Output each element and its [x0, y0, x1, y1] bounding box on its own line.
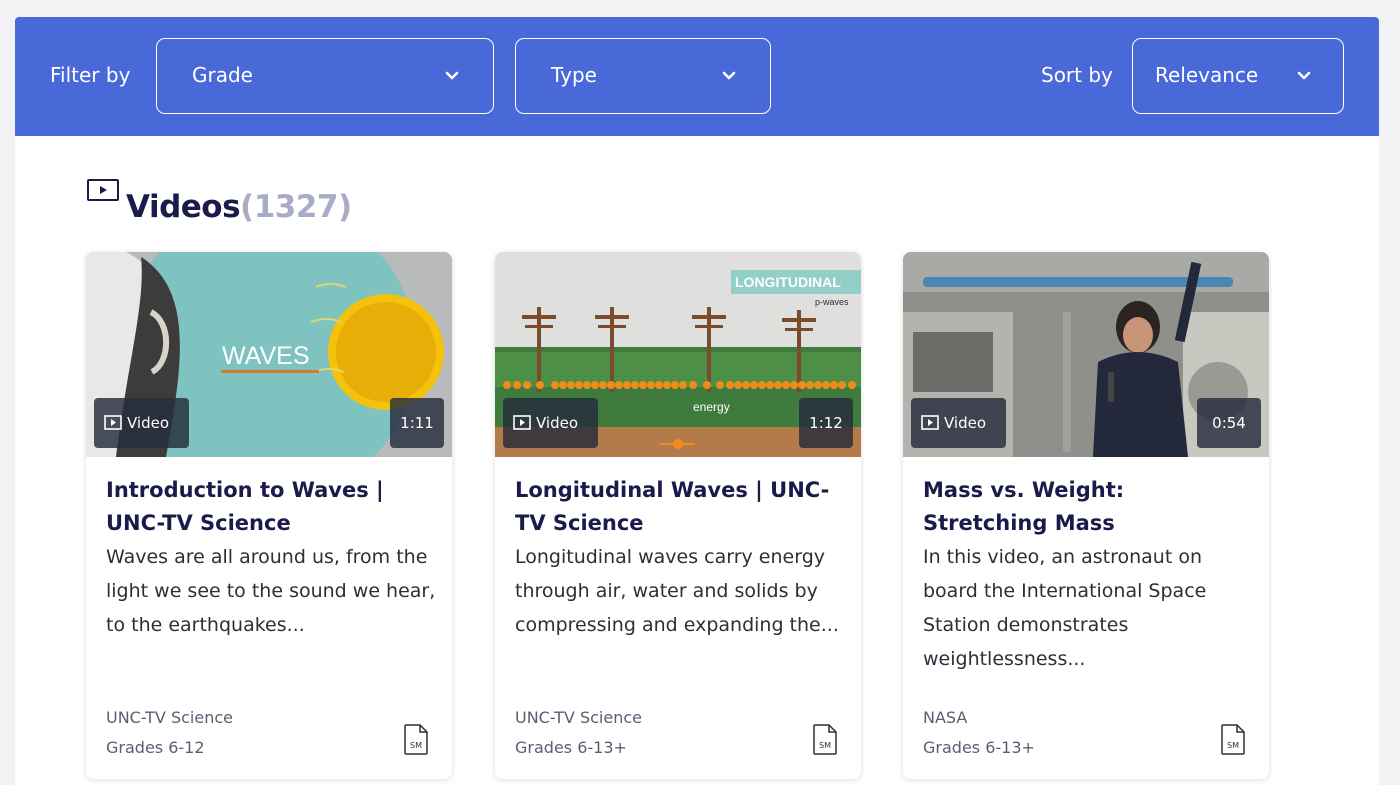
video-description: In this video, an astronaut on board the…	[923, 546, 1207, 670]
video-thumbnail[interactable]: Video 0:54	[903, 252, 1269, 457]
play-square-icon	[104, 415, 122, 430]
section-heading: Videos(1327)	[126, 189, 352, 225]
chevron-down-icon	[445, 71, 459, 80]
svg-text:SM: SM	[819, 741, 831, 750]
type-dropdown[interactable]: Type	[515, 38, 771, 114]
video-badge-label: Video	[536, 414, 579, 432]
search-results-panel: Filter by Grade Type Sort by Relevance V…	[15, 17, 1379, 785]
type-dropdown-value: Type	[551, 63, 597, 87]
video-title[interactable]: Introduction to Waves | UNC-TV Science	[106, 474, 436, 540]
video-source: UNC-TV Science	[515, 708, 642, 727]
play-square-icon	[87, 179, 119, 201]
chevron-down-icon	[722, 71, 736, 80]
video-grades: Grades 6-12	[106, 738, 205, 757]
video-card[interactable]: WAVES Video 1:11 Introduction to Waves |…	[86, 252, 452, 779]
sm-file-icon[interactable]: SM	[1219, 723, 1247, 756]
video-thumbnail[interactable]: WAVES Video 1:11	[86, 252, 452, 457]
video-description: Longitudinal waves carry energy through …	[515, 546, 839, 636]
thumbnail-caption: WAVES	[222, 342, 310, 370]
video-title[interactable]: Longitudinal Waves | UNC-TV Science	[515, 474, 845, 540]
sm-file-icon[interactable]: SM	[811, 723, 839, 756]
thumbnail-energy-label: energy	[693, 400, 730, 414]
grade-dropdown[interactable]: Grade	[156, 38, 494, 114]
video-badge: Video	[503, 398, 598, 448]
video-badge: Video	[911, 398, 1006, 448]
sort-by-label: Sort by	[1041, 63, 1113, 87]
video-title[interactable]: Mass vs. Weight: Stretching Mass	[923, 474, 1253, 540]
results-count: (1327)	[240, 189, 352, 225]
video-card[interactable]: LONGITUDINAL p-waves energy Video 1:12 L…	[495, 252, 861, 779]
video-grades: Grades 6-13+	[515, 738, 627, 757]
play-square-icon	[921, 415, 939, 430]
video-source: UNC-TV Science	[106, 708, 233, 727]
grade-dropdown-value: Grade	[192, 63, 253, 87]
thumbnail-subcaption: p-waves	[815, 297, 849, 307]
sort-dropdown-value: Relevance	[1155, 63, 1259, 87]
play-square-icon	[513, 415, 531, 430]
video-source: NASA	[923, 708, 968, 727]
video-badge: Video	[94, 398, 189, 448]
video-grades: Grades 6-13+	[923, 738, 1035, 757]
video-badge-label: Video	[944, 414, 987, 432]
sm-file-icon[interactable]: SM	[402, 723, 430, 756]
video-duration: 1:12	[799, 398, 853, 448]
sort-dropdown[interactable]: Relevance	[1132, 38, 1344, 114]
filter-bar: Filter by Grade Type Sort by Relevance	[15, 17, 1379, 136]
video-duration: 1:11	[390, 398, 444, 448]
section-title: Videos	[126, 189, 241, 225]
video-thumbnail[interactable]: LONGITUDINAL p-waves energy Video 1:12	[495, 252, 861, 457]
video-duration: 0:54	[1197, 398, 1261, 448]
filter-by-label: Filter by	[50, 63, 131, 87]
video-badge-label: Video	[127, 414, 170, 432]
thumbnail-caption: LONGITUDINAL	[735, 274, 841, 290]
video-card[interactable]: Video 0:54 Mass vs. Weight: Stretching M…	[903, 252, 1269, 779]
chevron-down-icon	[1297, 71, 1311, 80]
svg-text:SM: SM	[410, 741, 422, 750]
svg-text:SM: SM	[1227, 741, 1239, 750]
video-description: Waves are all around us, from the light …	[106, 546, 436, 636]
